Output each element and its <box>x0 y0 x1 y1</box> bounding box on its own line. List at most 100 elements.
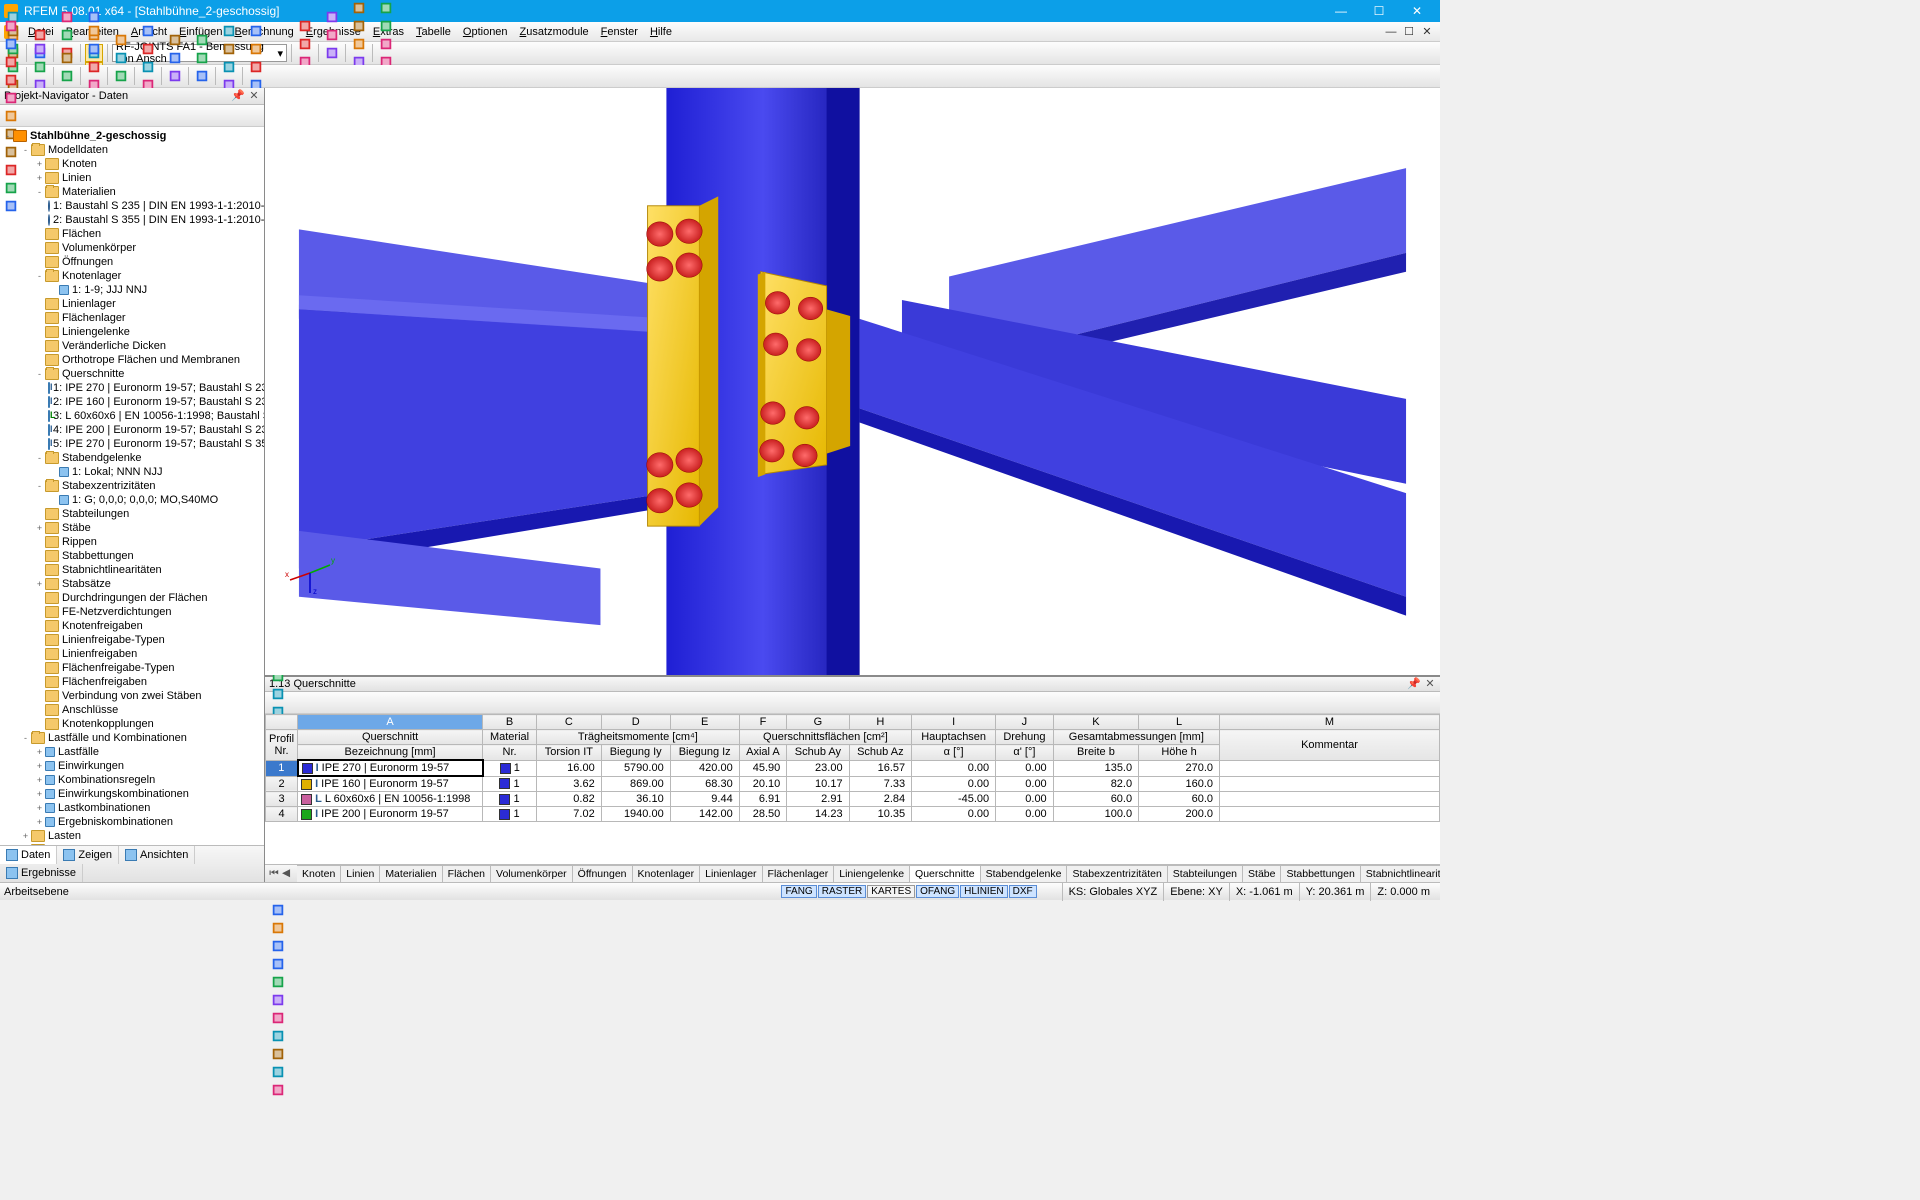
menu-fenster[interactable]: Fenster <box>595 24 644 40</box>
tab-nav-prev[interactable]: ◀ <box>280 867 292 880</box>
tree-item[interactable]: -Querschnitte <box>0 367 264 381</box>
bottomtb-btn-38[interactable] <box>269 991 287 1009</box>
col-letter-G[interactable]: G <box>787 715 849 730</box>
tb2-e-btn-2[interactable] <box>112 67 130 85</box>
col-axial[interactable]: Axial A <box>739 745 787 761</box>
bottomtb-btn-41[interactable] <box>269 1045 287 1063</box>
navtb-btn-2[interactable] <box>2 53 20 71</box>
tb2-i-btn-0[interactable] <box>220 22 238 40</box>
tree-item[interactable]: Öffnungen <box>0 255 264 269</box>
col-group-traegheit[interactable]: Trägheitsmomente [cm⁴] <box>537 730 740 745</box>
3d-viewport[interactable]: x y z <box>265 88 1440 675</box>
snap-hlinien[interactable]: HLINIEN <box>960 885 1007 898</box>
tab-nav-first[interactable]: ⏮ <box>268 867 280 880</box>
tree-item[interactable]: Linienfreigabe-Typen <box>0 633 264 647</box>
col-letter-J[interactable]: J <box>996 715 1054 730</box>
tree-item[interactable]: +Stäbe <box>0 521 264 535</box>
tree-item[interactable]: -Stabendgelenke <box>0 451 264 465</box>
tree-item[interactable]: +Lastkombinationen <box>0 801 264 815</box>
tree-item[interactable]: 2: IPE 160 | Euronorm 19-57; Baustahl S … <box>0 395 264 409</box>
tree-item[interactable]: 4: IPE 200 | Euronorm 19-57; Baustahl S … <box>0 423 264 437</box>
col-biegung-iz[interactable]: Biegung Iz <box>670 745 739 761</box>
tree-item[interactable]: +Einwirkungskombinationen <box>0 787 264 801</box>
bottomtb-btn-39[interactable] <box>269 1009 287 1027</box>
tree-item[interactable]: +Knoten <box>0 157 264 171</box>
col-group-drehung[interactable]: Drehung <box>996 730 1054 745</box>
bottomtb-btn-37[interactable] <box>269 973 287 991</box>
tree-item[interactable]: Linienlager <box>0 297 264 311</box>
col-group-qflaechen[interactable]: Querschnittsflächen [cm²] <box>739 730 911 745</box>
tree-item[interactable]: Rippen <box>0 535 264 549</box>
bottomtb-btn-34[interactable] <box>269 919 287 937</box>
col-profil-nr[interactable]: Profil Nr. <box>266 730 298 761</box>
navigator-tree[interactable]: - Stahlbühne_2-geschossig -Modelldaten+K… <box>0 127 264 845</box>
tb2-i-btn-1[interactable] <box>220 40 238 58</box>
nav-tab-ergebnisse[interactable]: Ergebnisse <box>0 864 83 882</box>
tree-item[interactable]: +Linien <box>0 171 264 185</box>
col-letter-H[interactable]: H <box>849 715 912 730</box>
menu-tabelle[interactable]: Tabelle <box>410 24 457 40</box>
tb1-f-btn-2[interactable] <box>323 44 341 62</box>
tb2-g-btn-0[interactable] <box>166 31 184 49</box>
tb1-f-btn-0[interactable] <box>323 8 341 26</box>
tree-item[interactable]: Verbindung von zwei Stäben <box>0 689 264 703</box>
snap-dxf[interactable]: DXF <box>1009 885 1037 898</box>
table-tab-stabnichtlinearitäten[interactable]: Stabnichtlinearitäten <box>1361 865 1440 882</box>
tree-item[interactable]: Veränderliche Dicken <box>0 339 264 353</box>
tree-item[interactable]: 1: G; 0,0,0; 0,0,0; MO,S40MO <box>0 493 264 507</box>
table-tab-stäbe[interactable]: Stäbe <box>1243 865 1281 882</box>
col-biegung-iy[interactable]: Biegung Iy <box>601 745 670 761</box>
maximize-button[interactable]: ☐ <box>1360 0 1398 22</box>
tb1-e-btn-0[interactable] <box>296 17 314 35</box>
tb1-h-btn-8[interactable] <box>377 35 395 53</box>
tb1-c-btn-0[interactable] <box>58 8 76 26</box>
col-letter-E[interactable]: E <box>670 715 739 730</box>
table-scroll[interactable]: ABCDEFGHIJKLM Profil Nr. Querschnitt Mat… <box>265 714 1440 864</box>
tree-item[interactable]: Stabbettungen <box>0 549 264 563</box>
tb2-d-btn-1[interactable] <box>85 40 103 58</box>
col-torsion[interactable]: Torsion IT <box>537 745 602 761</box>
tree-item[interactable]: +Lasten <box>0 829 264 843</box>
tree-item[interactable]: 2: Baustahl S 355 | DIN EN 1993-1-1:2010… <box>0 213 264 227</box>
tree-item[interactable]: Linienfreigaben <box>0 647 264 661</box>
tb2-c-btn-0[interactable] <box>58 49 76 67</box>
col-letter-F[interactable]: F <box>739 715 787 730</box>
tb2-j-btn-0[interactable] <box>247 22 265 40</box>
col-bezeichnung[interactable]: Bezeichnung [mm] <box>298 745 483 761</box>
tb2-e-btn-0[interactable] <box>112 31 130 49</box>
table-pin-icon[interactable]: 📌 <box>1407 678 1419 690</box>
menu-zusatzmodule[interactable]: Zusatzmodule <box>514 24 595 40</box>
tb1-e-btn-1[interactable] <box>296 35 314 53</box>
col-letter-I[interactable]: I <box>912 715 996 730</box>
tree-item[interactable]: -Stabexzentrizitäten <box>0 479 264 493</box>
snap-kartes[interactable]: KARTES <box>867 885 915 898</box>
col-group-querschnitt[interactable]: Querschnitt <box>298 730 483 745</box>
table-tab-stabexzentrizitäten[interactable]: Stabexzentrizitäten <box>1067 865 1167 882</box>
cross-sections-table[interactable]: ABCDEFGHIJKLM Profil Nr. Querschnitt Mat… <box>265 714 1440 822</box>
navigator-pin-icon[interactable]: 📌 <box>231 90 243 102</box>
tb1-h-btn-6[interactable] <box>377 0 395 17</box>
tree-root[interactable]: - Stahlbühne_2-geschossig <box>0 129 264 143</box>
minimize-button[interactable]: — <box>1322 0 1360 22</box>
tree-item[interactable]: 1: Lokal; NNN NJJ <box>0 465 264 479</box>
menu-optionen[interactable]: Optionen <box>457 24 514 40</box>
col-letter-A[interactable]: A <box>298 715 483 730</box>
table-tab-stabendgelenke[interactable]: Stabendgelenke <box>981 865 1068 882</box>
tb2-g-btn-1[interactable] <box>166 49 184 67</box>
tb2-f-btn-2[interactable] <box>139 58 157 76</box>
table-tab-öffnungen[interactable]: Öffnungen <box>573 865 633 882</box>
tb2-d-btn-0[interactable] <box>85 22 103 40</box>
col-schub-az[interactable]: Schub Az <box>849 745 912 761</box>
tree-item[interactable]: -Modelldaten <box>0 143 264 157</box>
col-alpha[interactable]: α [°] <box>912 745 996 761</box>
mdi-close-button[interactable]: ✕ <box>1418 21 1436 43</box>
bottomtb-btn-21[interactable] <box>269 685 287 703</box>
tb2-f-btn-1[interactable] <box>139 40 157 58</box>
navigator-close-icon[interactable]: ✕ <box>248 90 260 102</box>
table-tab-volumenkörper[interactable]: Volumenkörper <box>491 865 573 882</box>
table-tab-stabteilungen[interactable]: Stabteilungen <box>1168 865 1243 882</box>
tree-item[interactable]: +Kombinationsregeln <box>0 773 264 787</box>
table-tab-flächen[interactable]: Flächen <box>443 865 491 882</box>
mdi-minimize-button[interactable]: — <box>1382 21 1400 43</box>
tree-item[interactable]: -Materialien <box>0 185 264 199</box>
